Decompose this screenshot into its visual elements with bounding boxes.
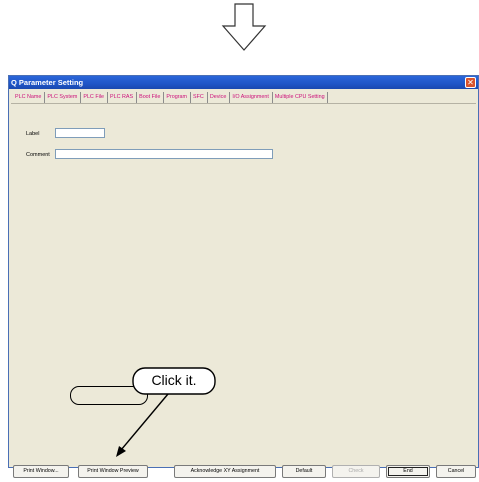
tab-device[interactable]: Device	[206, 92, 228, 103]
print-window-button[interactable]: Print Window...	[13, 465, 69, 478]
tab-sfc[interactable]: SFC	[190, 92, 206, 103]
print-window-preview-button[interactable]: Print Window Preview	[78, 465, 148, 478]
parameter-setting-window: Q Parameter Setting ✕ PLC Name PLC Syste…	[8, 75, 479, 478]
tab-program[interactable]: Program	[163, 92, 189, 103]
comment-field-label: Comment	[26, 152, 50, 158]
callout-label: Click it.	[151, 372, 197, 388]
close-button[interactable]: ✕	[465, 77, 476, 88]
tab-plc-name[interactable]: PLC Name	[13, 92, 43, 103]
default-button[interactable]: Default	[282, 465, 326, 478]
down-arrow-icon	[221, 3, 267, 51]
check-button: Check	[332, 465, 380, 478]
tab-multiple-cpu-setting[interactable]: Multiple CPU Setting	[271, 92, 328, 103]
tab-plc-ras[interactable]: PLC RAS	[107, 92, 135, 103]
label-input[interactable]	[55, 128, 105, 138]
label-field-label: Label	[26, 131, 40, 137]
acknowledge-xy-assignment-button[interactable]: Acknowledge XY Assignment	[174, 465, 276, 478]
tab-bar: PLC Name PLC System PLC File PLC RAS Boo…	[13, 92, 329, 103]
window-title: Q Parameter Setting	[11, 78, 84, 87]
title-bar: Q Parameter Setting ✕	[9, 76, 478, 89]
tab-divider	[11, 103, 476, 104]
tab-plc-system[interactable]: PLC System	[44, 92, 79, 103]
close-icon: ✕	[467, 78, 474, 87]
tab-plc-file[interactable]: PLC File	[80, 92, 106, 103]
tab-boot-file[interactable]: Boot File	[136, 92, 162, 103]
comment-input[interactable]	[55, 149, 273, 159]
tab-io-assignment[interactable]: I/O Assignment	[229, 92, 271, 103]
cancel-button[interactable]: Cancel	[436, 465, 476, 478]
end-button[interactable]: End	[386, 465, 430, 478]
